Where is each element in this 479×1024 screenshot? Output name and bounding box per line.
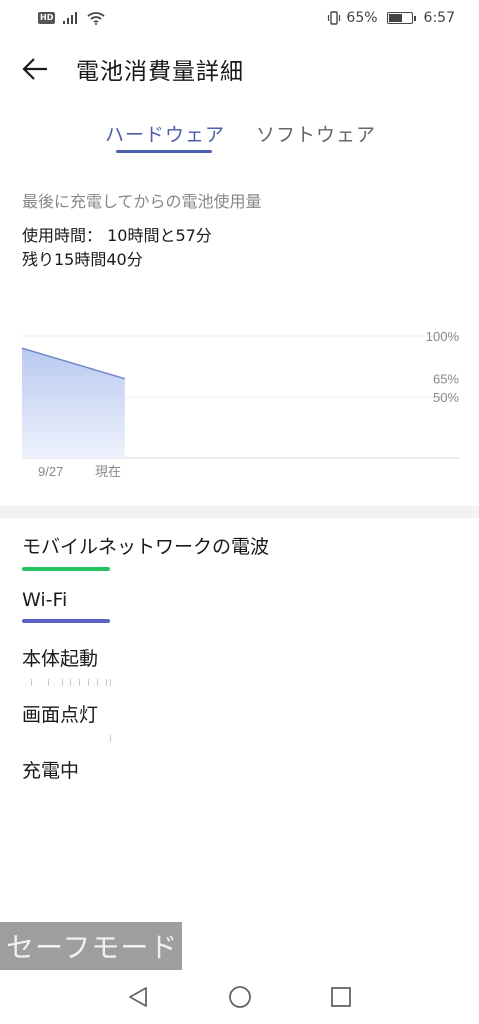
clock: 6:57 xyxy=(423,10,455,26)
legend-mobile-network: モバイルネットワークの電波 xyxy=(22,532,462,571)
activity-tick xyxy=(110,735,111,742)
battery-area xyxy=(22,348,125,458)
back-button[interactable] xyxy=(0,44,70,94)
activity-tick xyxy=(70,679,72,686)
legend-label: モバイルネットワークの電波 xyxy=(22,536,270,558)
activity-tick xyxy=(88,679,89,686)
home-icon xyxy=(229,986,251,1008)
legend-label: 充電中 xyxy=(22,760,80,782)
activity-tick xyxy=(105,679,107,686)
y-tick-label-65: 65% xyxy=(433,372,459,387)
tab-bar: ハードウェア ソフトウェア xyxy=(0,110,479,160)
page-title: 電池消費量詳細 xyxy=(76,59,244,85)
signal-icon xyxy=(63,12,78,24)
legend-label: 本体起動 xyxy=(22,648,99,670)
battery-fill xyxy=(388,14,403,22)
activity-tick xyxy=(79,679,81,686)
nav-home-button[interactable] xyxy=(220,977,260,1017)
legend-label: Wi-Fi xyxy=(22,589,68,611)
status-left: HD xyxy=(38,11,105,25)
nav-back-button[interactable] xyxy=(118,977,158,1017)
tab-software[interactable]: ソフトウェア xyxy=(256,120,376,147)
hd-icon: HD xyxy=(38,12,56,24)
device-awake-ticks xyxy=(22,679,462,687)
activity-tick xyxy=(96,679,98,686)
activity-tick xyxy=(61,679,63,686)
tab-hardware[interactable]: ハードウェア xyxy=(105,120,225,147)
activity-tick xyxy=(48,679,50,686)
battery-chart: 100% 65% 50% 9/27 現在 xyxy=(21,329,460,479)
usage-time: 使用時間： 10時間と57分 xyxy=(22,226,212,245)
nav-recents-button[interactable] xyxy=(321,977,361,1017)
screen-on-ticks xyxy=(22,735,462,743)
app-bar: 電池消費量詳細 xyxy=(0,44,479,94)
mobile-network-bar xyxy=(22,567,110,571)
activity-tick xyxy=(30,679,32,686)
status-bar: HD 65% 6:57 xyxy=(0,0,479,36)
recents-icon xyxy=(331,987,351,1007)
battery-percent: 65% xyxy=(346,10,378,26)
legend-wifi: Wi-Fi xyxy=(22,589,462,623)
back-icon xyxy=(129,987,147,1007)
legend-label: 画面点灯 xyxy=(22,704,99,726)
section-label: 最後に充電してからの電池使用量 xyxy=(22,192,262,211)
activity-tick xyxy=(110,679,111,686)
x-tick-label-start: 9/27 xyxy=(38,464,63,479)
legend-charging: 充電中 xyxy=(22,756,462,799)
remaining-time: 残り15時間40分 xyxy=(22,250,143,269)
section-divider xyxy=(0,506,479,518)
navigation-bar xyxy=(0,970,479,1024)
x-tick-label-now: 現在 xyxy=(95,464,121,479)
y-tick-label-50: 50% xyxy=(433,390,459,405)
vibrate-icon xyxy=(328,11,341,25)
tab-indicator xyxy=(116,150,212,153)
wifi-bar xyxy=(22,619,110,623)
arrow-left-icon xyxy=(22,58,47,80)
charging-ticks xyxy=(22,791,462,799)
battery-icon xyxy=(386,12,416,24)
safe-mode-badge: セーフモード xyxy=(0,922,182,970)
legend-screen-on: 画面点灯 xyxy=(22,700,462,743)
y-tick-label-100: 100% xyxy=(426,329,460,344)
status-right: 65% 6:57 xyxy=(327,10,455,26)
legend-device-awake: 本体起動 xyxy=(22,644,462,687)
wifi-icon xyxy=(87,11,105,25)
